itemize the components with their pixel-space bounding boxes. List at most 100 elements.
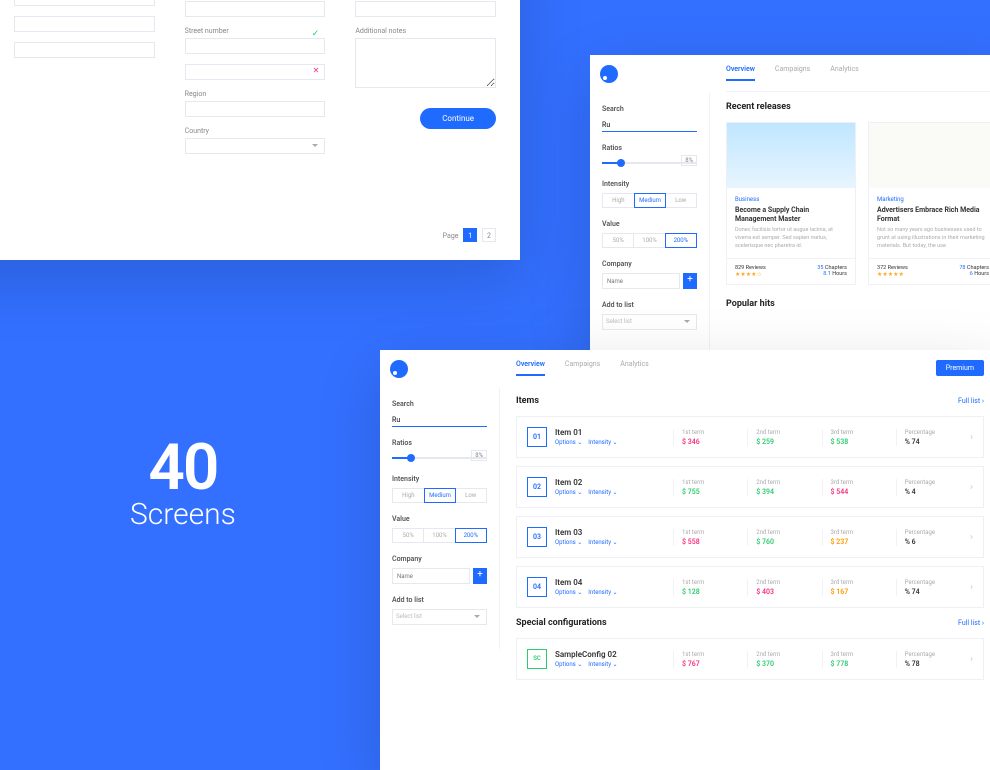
search-input[interactable] bbox=[602, 118, 697, 132]
release-title: Advertisers Embrace Rich Media Format bbox=[877, 206, 989, 224]
street-input[interactable] bbox=[185, 38, 326, 54]
tabs: Overview Campaigns Analytics bbox=[726, 55, 990, 92]
row-name: Item 02 bbox=[555, 478, 665, 487]
table-row[interactable]: 01 Item 01Options ⌄Intensity ⌄ 1st term$… bbox=[516, 416, 984, 458]
tab-analytics[interactable]: Analytics bbox=[830, 65, 859, 81]
premium-button[interactable]: Premium bbox=[936, 360, 984, 376]
chevron-right-icon: › bbox=[970, 582, 973, 593]
row-name: Item 04 bbox=[555, 578, 665, 587]
ratio-slider[interactable]: 8% bbox=[392, 453, 487, 463]
release-card[interactable]: Marketing Advertisers Embrace Rich Media… bbox=[868, 122, 990, 285]
intensity-link[interactable]: Intensity ⌄ bbox=[588, 661, 617, 668]
pager: Page 1 2 bbox=[443, 228, 496, 242]
input-field[interactable] bbox=[14, 16, 155, 32]
tab-overview[interactable]: Overview bbox=[726, 65, 755, 81]
hero-label: Screens bbox=[130, 497, 236, 532]
country-label: Country bbox=[185, 127, 326, 135]
release-thumb bbox=[727, 123, 855, 188]
search-input[interactable] bbox=[392, 413, 487, 427]
chevron-right-icon: › bbox=[970, 482, 973, 493]
page-2[interactable]: 2 bbox=[482, 228, 496, 242]
releases-card: Search Ratios8% IntensityHighMediumLow V… bbox=[590, 55, 990, 355]
hero-number: 40 bbox=[130, 430, 236, 505]
add-button[interactable]: + bbox=[683, 273, 697, 289]
special-title: Special configurations bbox=[516, 618, 607, 628]
page-label: Page bbox=[443, 232, 459, 240]
company-input[interactable] bbox=[602, 273, 680, 289]
row-number: 04 bbox=[527, 577, 547, 597]
add-button[interactable]: + bbox=[473, 568, 487, 584]
intensity-segment[interactable]: HighMediumLow bbox=[392, 488, 487, 503]
value-segment[interactable]: 50%100%200% bbox=[392, 528, 487, 543]
logo-icon bbox=[390, 360, 408, 378]
release-desc: Donec facilisis tortor ut augue lacinia,… bbox=[735, 227, 847, 250]
full-list-link[interactable]: Full list › bbox=[958, 397, 984, 405]
row-number: 02 bbox=[527, 477, 547, 497]
tab-overview[interactable]: Overview bbox=[516, 360, 545, 376]
table-row[interactable]: 03 Item 03Options ⌄Intensity ⌄ 1st term$… bbox=[516, 516, 984, 558]
hero-text: 40 Screens bbox=[130, 430, 236, 532]
continue-button[interactable]: Continue bbox=[420, 108, 496, 129]
row-number: 01 bbox=[527, 427, 547, 447]
table-row[interactable]: 04 Item 04Options ⌄Intensity ⌄ 1st term$… bbox=[516, 566, 984, 608]
star-rating: ★★★★☆ bbox=[735, 271, 766, 278]
list-select[interactable]: Select list bbox=[602, 314, 697, 330]
form-card: Postcode Street number Region Country Po… bbox=[0, 0, 520, 260]
intensity-link[interactable]: Intensity ⌄ bbox=[588, 489, 617, 496]
postcode-input[interactable] bbox=[185, 1, 326, 17]
release-card[interactable]: Business Become a Supply Chain Managemen… bbox=[726, 122, 856, 285]
sidebar: Search Ratios8% IntensityHighMediumLow V… bbox=[590, 55, 710, 355]
sidebar: Search Ratios8% IntensityHighMediumLow V… bbox=[380, 350, 500, 770]
intensity-link[interactable]: Intensity ⌄ bbox=[588, 589, 617, 596]
value-segment[interactable]: 50%100%200% bbox=[602, 233, 697, 248]
input-field[interactable] bbox=[14, 42, 155, 58]
options-link[interactable]: Options ⌄ bbox=[555, 489, 582, 496]
chevron-right-icon: › bbox=[970, 432, 973, 443]
intensity-segment[interactable]: HighMediumLow bbox=[602, 193, 697, 208]
chevron-right-icon: › bbox=[970, 532, 973, 543]
full-list-link[interactable]: Full list › bbox=[958, 619, 984, 627]
input-field[interactable] bbox=[14, 0, 155, 6]
region-label: Region bbox=[185, 90, 326, 98]
company-input[interactable] bbox=[392, 568, 470, 584]
intensity-link[interactable]: Intensity ⌄ bbox=[588, 539, 617, 546]
notes-label: Additional notes bbox=[355, 27, 496, 35]
options-link[interactable]: Options ⌄ bbox=[555, 439, 582, 446]
tab-campaigns[interactable]: Campaigns bbox=[565, 360, 600, 376]
list-select[interactable]: Select list bbox=[392, 609, 487, 625]
region-input[interactable] bbox=[185, 101, 326, 117]
options-link[interactable]: Options ⌄ bbox=[555, 539, 582, 546]
releases-title: Recent releases bbox=[726, 102, 990, 112]
table-row[interactable]: 02 Item 02Options ⌄Intensity ⌄ 1st term$… bbox=[516, 466, 984, 508]
row-number: SC bbox=[527, 649, 547, 669]
street-label: Street number bbox=[185, 27, 326, 35]
options-link[interactable]: Options ⌄ bbox=[555, 589, 582, 596]
notes-textarea[interactable] bbox=[355, 38, 496, 88]
input-invalid[interactable] bbox=[185, 64, 326, 80]
row-number: 03 bbox=[527, 527, 547, 547]
chevron-right-icon: › bbox=[970, 654, 973, 665]
row-name: Item 03 bbox=[555, 528, 665, 537]
row-name: Item 01 bbox=[555, 428, 665, 437]
postcode-input[interactable] bbox=[355, 1, 496, 17]
options-link[interactable]: Options ⌄ bbox=[555, 661, 582, 668]
logo-icon bbox=[600, 65, 618, 83]
release-category: Marketing bbox=[877, 196, 989, 203]
page-1[interactable]: 1 bbox=[463, 228, 477, 242]
tab-campaigns[interactable]: Campaigns bbox=[775, 65, 810, 81]
release-desc: Not so many years ago businesses used to… bbox=[877, 227, 989, 250]
star-rating: ★★★★★ bbox=[877, 271, 908, 278]
popular-title: Popular hits bbox=[726, 299, 990, 309]
release-title: Become a Supply Chain Management Master bbox=[735, 206, 847, 224]
tab-analytics[interactable]: Analytics bbox=[620, 360, 649, 376]
row-name: SampleConfig 02 bbox=[555, 650, 665, 659]
items-card: Search Ratios8% IntensityHighMediumLow V… bbox=[380, 350, 990, 770]
country-select[interactable] bbox=[185, 138, 326, 154]
release-category: Business bbox=[735, 196, 847, 203]
tabs: Overview Campaigns Analytics bbox=[516, 350, 649, 386]
table-row[interactable]: SC SampleConfig 02Options ⌄Intensity ⌄ 1… bbox=[516, 638, 984, 680]
release-thumb bbox=[869, 123, 990, 188]
intensity-link[interactable]: Intensity ⌄ bbox=[588, 439, 617, 446]
items-title: Items bbox=[516, 396, 539, 406]
ratio-slider[interactable]: 8% bbox=[602, 158, 697, 168]
